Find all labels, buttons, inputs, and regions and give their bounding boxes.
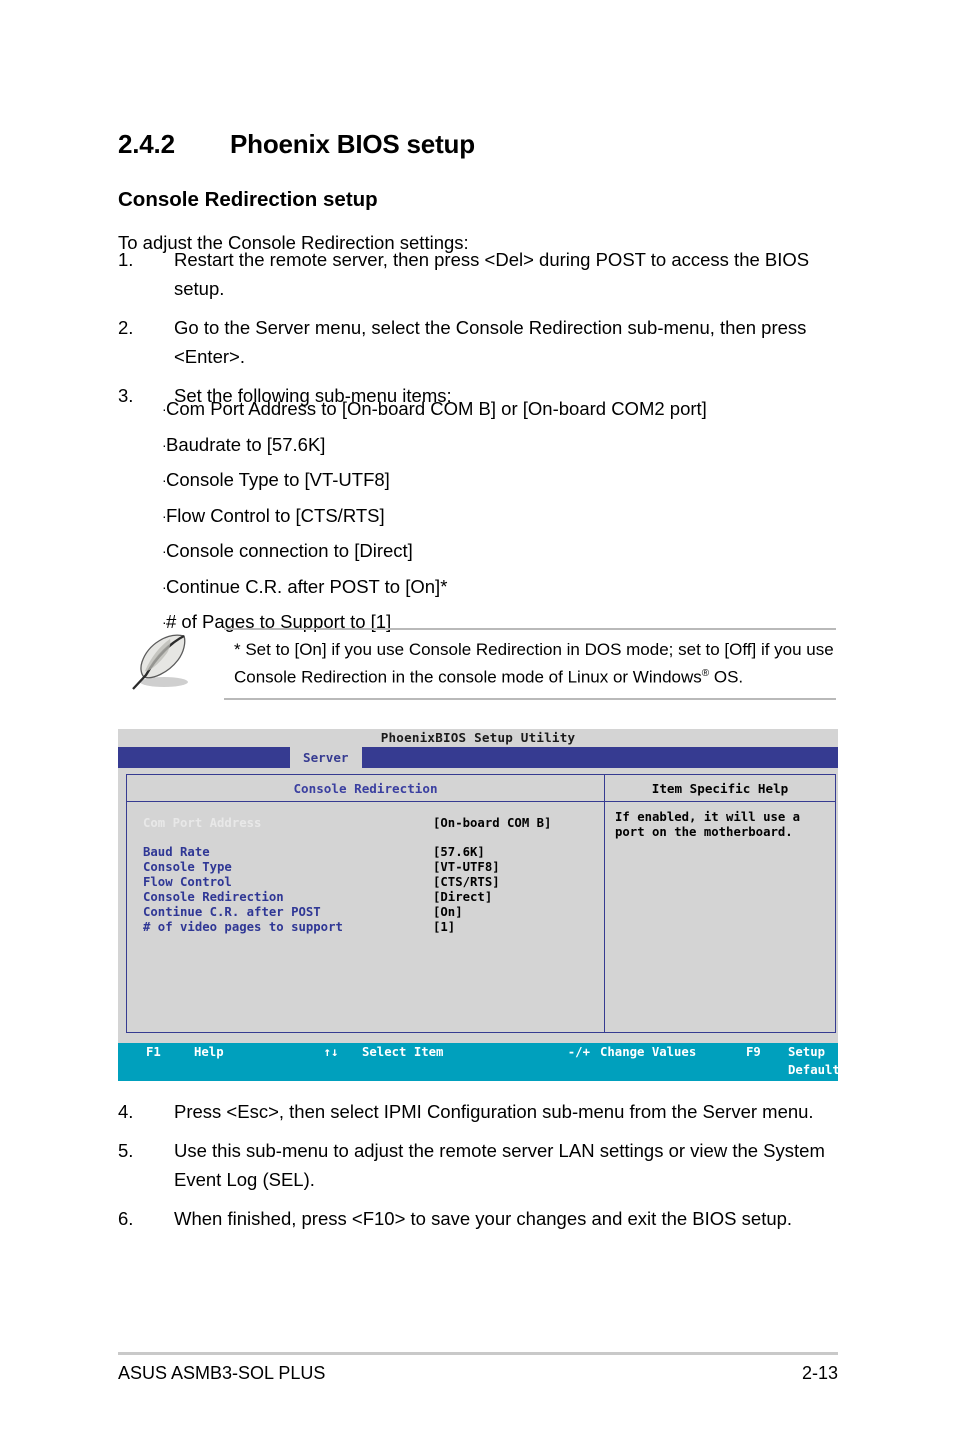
- bullet-text: Console connection to [Direct]: [166, 540, 413, 561]
- setting-label: Baud Rate: [143, 845, 210, 859]
- key-f9: F9: [746, 1045, 761, 1059]
- setting-value: [On]: [433, 905, 463, 919]
- setting-value: [57.6K]: [433, 845, 485, 859]
- bios-help-panel: Item Specific Help If enabled, it will u…: [605, 775, 835, 1032]
- step-number: 4.: [118, 1101, 134, 1122]
- setting-value: [On-board COM B]: [433, 816, 552, 830]
- footer-divider: [118, 1352, 838, 1355]
- setting-label: Console Redirection: [143, 890, 284, 904]
- step-text: When finished, press <F10> to save your …: [174, 1208, 793, 1229]
- list-item: 1. Restart the remote server, then press…: [118, 245, 858, 303]
- list-item: · Com Port Address to [On-board COM B] o…: [118, 396, 858, 423]
- bullet-icon: ·: [162, 543, 167, 559]
- setting-label: Flow Control: [143, 875, 232, 889]
- settings-bullet-list: · Com Port Address to [On-board COM B] o…: [118, 396, 858, 645]
- tab-server[interactable]: Server: [290, 747, 362, 768]
- step-text: Press <Esc>, then select IPMI Configurat…: [174, 1101, 814, 1122]
- bios-settings-panel: Console Redirection Com Port Address [On…: [127, 775, 605, 1032]
- subsection-title: Console Redirection setup: [118, 188, 378, 211]
- list-item: · Console connection to [Direct]: [118, 538, 858, 565]
- arrow-up-down-icon: ↑↓: [323, 1045, 339, 1059]
- setting-row-flow-control[interactable]: Flow Control [CTS/RTS]: [127, 875, 604, 890]
- footer-page-number: 2-13: [801, 1363, 838, 1383]
- bullet-text: Baudrate to [57.6K]: [166, 433, 326, 455]
- key-legend-row: F1 Help ↑↓ Select Item -/+ Change Values…: [118, 1043, 847, 1079]
- step-number: 2.: [118, 317, 134, 338]
- page-title: 2.4.2 Phoenix BIOS setup: [118, 129, 878, 160]
- key-minus-plus: -/+: [567, 1045, 590, 1059]
- setting-label: Com Port Address: [143, 816, 262, 830]
- section-title: Phoenix BIOS setup: [230, 129, 475, 160]
- setting-value: [Direct]: [433, 890, 493, 904]
- bios-menu-bar: Server: [118, 747, 838, 768]
- setting-label: Console Type: [143, 860, 232, 874]
- help-line: port on the motherboard.: [615, 825, 793, 839]
- section-number: 2.4.2: [118, 129, 175, 160]
- note-body: * Set to [On] if you use Console Redirec…: [224, 628, 836, 700]
- setting-row-console-redirection[interactable]: Console Redirection [Direct]: [127, 890, 604, 905]
- setting-value: [VT-UTF8]: [433, 860, 500, 874]
- setting-row-com-port-address[interactable]: Com Port Address [On-board COM B]: [127, 816, 604, 831]
- step-number: 1.: [118, 249, 134, 270]
- bullet-icon: ·: [162, 578, 167, 595]
- setting-row-console-type[interactable]: Console Type [VT-UTF8]: [127, 860, 604, 875]
- list-item: 5. Use this sub-menu to adjust the remot…: [118, 1136, 858, 1194]
- bullet-text: Flow Control to [CTS/RTS]: [166, 504, 385, 526]
- bios-utility-title: PhoenixBIOS Setup Utility: [380, 730, 576, 745]
- note-line-1: * Set to [On] if you use Console Redirec…: [234, 640, 834, 659]
- step-text: Use this sub-menu to adjust the remote s…: [174, 1140, 825, 1190]
- help-line: If enabled, it will use a: [615, 810, 801, 824]
- setting-value: [1]: [433, 920, 456, 934]
- setting-row-video-pages[interactable]: # of video pages to support [1]: [127, 920, 604, 935]
- document-page: 2.4.2 Phoenix BIOS setup Console Redirect…: [0, 0, 954, 1438]
- bullet-text: Com Port Address to [On-board COM B] or …: [166, 398, 707, 419]
- key-f1-label: Help: [194, 1045, 224, 1059]
- setting-value: [CTS/RTS]: [433, 875, 500, 889]
- setting-label: Continue C.R. after POST: [143, 905, 321, 919]
- settings-panel-title: Console Redirection: [127, 775, 604, 802]
- note-callout: * Set to [On] if you use Console Redirec…: [124, 628, 836, 700]
- list-item: 4. Press <Esc>, then select IPMI Configu…: [118, 1097, 858, 1126]
- setting-label: # of video pages to support: [143, 920, 343, 934]
- bullet-icon: ·: [162, 507, 167, 524]
- step-number: 5.: [118, 1140, 134, 1161]
- step-text: Restart the remote server, then press <D…: [174, 249, 810, 299]
- setting-row-continue-cr-after-post[interactable]: Continue C.R. after POST [On]: [127, 905, 604, 920]
- help-panel-title: Item Specific Help: [605, 775, 835, 802]
- settings-list: Com Port Address [On-board COM B] Baud R…: [127, 802, 604, 1032]
- select-item-label: Select Item: [362, 1045, 444, 1059]
- list-item: 6. When finished, press <F10> to save yo…: [118, 1204, 858, 1233]
- list-item: · Continue C.R. after POST to [On]*: [118, 574, 858, 601]
- help-text: If enabled, it will use a port on the mo…: [605, 802, 835, 1032]
- step-number: 6.: [118, 1208, 134, 1229]
- setting-row-baud-rate[interactable]: Baud Rate [57.6K]: [127, 845, 604, 860]
- note-line-2-text: Console Redirection in the console mode …: [234, 667, 702, 687]
- bullet-text: Console Type to [VT-UTF8]: [166, 469, 390, 490]
- note-line-2-tail: OS.: [709, 667, 744, 687]
- bios-key-legend: F1 Help ↑↓ Select Item -/+ Change Values…: [118, 1043, 847, 1131]
- bullet-icon: ·: [162, 436, 167, 453]
- list-item: · Console Type to [VT-UTF8]: [118, 467, 858, 494]
- bullet-icon: ·: [162, 472, 167, 488]
- note-line-2: Console Redirection in the console mode …: [234, 662, 836, 690]
- key-f1: F1: [146, 1045, 161, 1059]
- steps-top-list: 1. Restart the remote server, then press…: [118, 245, 858, 420]
- change-values-label: Change Values: [600, 1045, 697, 1059]
- steps-bottom-list: 4. Press <Esc>, then select IPMI Configu…: [118, 1097, 858, 1243]
- list-item: · Baudrate to [57.6K]: [118, 432, 858, 459]
- bios-screenshot: PhoenixBIOS Setup Utility Server Console…: [118, 729, 847, 1131]
- bullet-text: Continue C.R. after POST to [On]*: [166, 575, 448, 597]
- quill-pen-icon: [124, 630, 202, 692]
- step-text: Go to the Server menu, select the Consol…: [174, 317, 807, 367]
- list-item: · Flow Control to [CTS/RTS]: [118, 503, 858, 530]
- footer-product-name: ASUS ASMB3-SOL PLUS: [118, 1363, 326, 1383]
- bullet-icon: ·: [162, 401, 167, 417]
- setup-defaults-label: Setup Defaults: [788, 1045, 848, 1077]
- bios-body: Console Redirection Com Port Address [On…: [126, 774, 836, 1033]
- list-item: 2. Go to the Server menu, select the Con…: [118, 313, 858, 371]
